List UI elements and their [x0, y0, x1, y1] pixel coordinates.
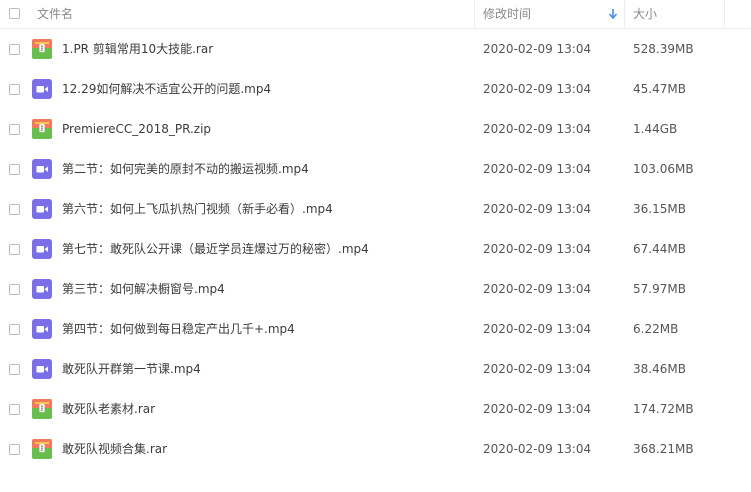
file-size: 174.72MB — [633, 402, 694, 416]
row-checkbox[interactable] — [9, 84, 20, 95]
file-modified-time: 2020-02-09 13:04 — [483, 442, 592, 456]
file-name[interactable]: 第七节：敢死队公开课（最近学员连爆过万的秘密）.mp4 — [62, 229, 369, 269]
file-row[interactable]: 第七节：敢死队公开课（最近学员连爆过万的秘密）.mp4 2020-02-09 13… — [0, 229, 751, 269]
file-size: 528.39MB — [633, 42, 694, 56]
file-row[interactable]: 第三节：如何解决橱窗号.mp4 2020-02-09 13:04 57.97MB — [0, 269, 751, 309]
file-row[interactable]: 敢死队视频合集.rar 2020-02-09 13:04 368.21MB — [0, 429, 751, 469]
column-header-name[interactable]: 文件名 — [37, 0, 73, 28]
row-checkbox[interactable] — [9, 284, 20, 295]
archive-icon — [32, 119, 52, 139]
file-name[interactable]: 敢死队老素材.rar — [62, 389, 155, 429]
archive-icon — [32, 399, 52, 419]
video-icon — [32, 239, 52, 259]
file-modified-time: 2020-02-09 13:04 — [483, 322, 592, 336]
row-checkbox[interactable] — [9, 364, 20, 375]
column-divider[interactable] — [724, 0, 725, 28]
video-icon — [32, 319, 52, 339]
file-size: 368.21MB — [633, 442, 694, 456]
file-name[interactable]: 敢死队开群第一节课.mp4 — [62, 349, 201, 389]
file-row[interactable]: PremiereCC_2018_PR.zip 2020-02-09 13:04 1.… — [0, 109, 751, 149]
file-name[interactable]: 敢死队视频合集.rar — [62, 429, 167, 469]
file-row[interactable]: 12.29如何解决不适宜公开的问题.mp4 2020-02-09 13:04 45.… — [0, 69, 751, 109]
file-row[interactable]: 第二节：如何完美的原封不动的搬运视频.mp4 2020-02-09 13:04 10… — [0, 149, 751, 189]
file-row[interactable]: 1.PR 剪辑常用10大技能.rar 2020-02-09 13:04 528.39… — [0, 29, 751, 69]
file-name[interactable]: 第六节：如何上飞瓜扒热门视频（新手必看）.mp4 — [62, 189, 333, 229]
file-modified-time: 2020-02-09 13:04 — [483, 402, 592, 416]
file-name[interactable]: 1.PR 剪辑常用10大技能.rar — [62, 29, 213, 69]
file-name[interactable]: PremiereCC_2018_PR.zip — [62, 109, 211, 149]
file-row[interactable]: 第六节：如何上飞瓜扒热门视频（新手必看）.mp4 2020-02-09 13:04… — [0, 189, 751, 229]
row-checkbox[interactable] — [9, 164, 20, 175]
video-icon — [32, 79, 52, 99]
column-header-modified-time[interactable]: 修改时间 — [483, 0, 531, 28]
column-divider[interactable] — [474, 0, 475, 28]
file-size: 67.44MB — [633, 242, 686, 256]
file-size: 6.22MB — [633, 322, 679, 336]
file-size: 36.15MB — [633, 202, 686, 216]
file-modified-time: 2020-02-09 13:04 — [483, 122, 592, 136]
file-modified-time: 2020-02-09 13:04 — [483, 242, 592, 256]
row-checkbox[interactable] — [9, 124, 20, 135]
row-checkbox[interactable] — [9, 444, 20, 455]
file-name[interactable]: 第四节：如何做到每日稳定产出几千+.mp4 — [62, 309, 295, 349]
video-icon — [32, 199, 52, 219]
row-checkbox[interactable] — [9, 404, 20, 415]
file-modified-time: 2020-02-09 13:04 — [483, 82, 592, 96]
select-all-checkbox[interactable] — [9, 8, 20, 19]
list-header: 文件名 修改时间 大小 — [0, 0, 751, 29]
file-modified-time: 2020-02-09 13:04 — [483, 282, 592, 296]
file-name[interactable]: 第二节：如何完美的原封不动的搬运视频.mp4 — [62, 149, 309, 189]
file-name[interactable]: 12.29如何解决不适宜公开的问题.mp4 — [62, 69, 271, 109]
archive-icon — [32, 439, 52, 459]
file-row[interactable]: 第四节：如何做到每日稳定产出几千+.mp4 2020-02-09 13:04 6.2… — [0, 309, 751, 349]
file-list: 文件名 修改时间 大小 1.PR 剪辑常用10大技能.rar 2020-02-09… — [0, 0, 751, 492]
file-size: 45.47MB — [633, 82, 686, 96]
file-modified-time: 2020-02-09 13:04 — [483, 362, 592, 376]
file-size: 57.97MB — [633, 282, 686, 296]
row-checkbox[interactable] — [9, 324, 20, 335]
file-row[interactable]: 敢死队开群第一节课.mp4 2020-02-09 13:04 38.46MB — [0, 349, 751, 389]
video-icon — [32, 279, 52, 299]
row-checkbox[interactable] — [9, 244, 20, 255]
column-divider[interactable] — [624, 0, 625, 28]
file-modified-time: 2020-02-09 13:04 — [483, 42, 592, 56]
video-icon — [32, 159, 52, 179]
file-row[interactable]: 敢死队老素材.rar 2020-02-09 13:04 174.72MB — [0, 389, 751, 429]
file-size: 103.06MB — [633, 162, 694, 176]
row-checkbox[interactable] — [9, 204, 20, 215]
archive-icon — [32, 39, 52, 59]
file-modified-time: 2020-02-09 13:04 — [483, 202, 592, 216]
file-name[interactable]: 第三节：如何解决橱窗号.mp4 — [62, 269, 225, 309]
file-size: 38.46MB — [633, 362, 686, 376]
video-icon — [32, 359, 52, 379]
column-header-size[interactable]: 大小 — [633, 0, 657, 28]
file-modified-time: 2020-02-09 13:04 — [483, 162, 592, 176]
row-checkbox[interactable] — [9, 44, 20, 55]
file-size: 1.44GB — [633, 122, 678, 136]
sort-down-arrow-icon[interactable] — [607, 7, 619, 21]
